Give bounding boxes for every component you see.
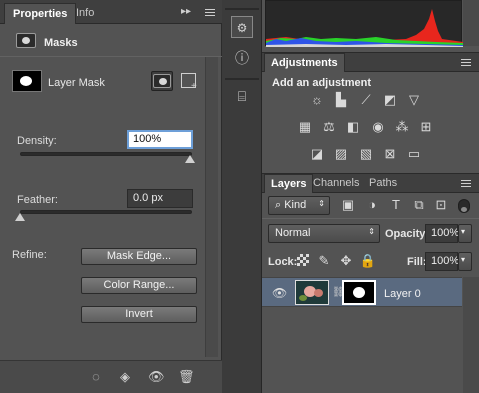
load-selection-icon[interactable]: ◌ — [88, 369, 104, 385]
filter-pixel-icon[interactable]: ▣ — [339, 197, 357, 213]
layer-image-thumbnail[interactable] — [295, 280, 329, 305]
layers-tabbar: Layers Channels Paths — [262, 173, 479, 193]
layer-mask-thumbnail[interactable] — [342, 280, 376, 305]
refine-label: Refine: — [12, 249, 47, 261]
tab-info[interactable]: Info — [68, 3, 102, 24]
mask-thumbnail — [12, 70, 42, 92]
feather-slider-track[interactable] — [20, 210, 192, 214]
updown-arrows-icon: ⇕ — [318, 199, 325, 208]
gradient-map-icon[interactable]: ▭ — [405, 146, 423, 162]
density-slider-track[interactable] — [20, 152, 192, 156]
filter-smart-object-icon[interactable]: ⊡ — [432, 197, 450, 213]
filter-toggle-switch[interactable] — [458, 199, 470, 213]
layer-name[interactable]: Layer 0 — [384, 288, 421, 300]
divider — [262, 218, 479, 219]
info-dock-icon[interactable]: ⓘ — [231, 47, 253, 69]
layers-scrollbar[interactable] — [463, 277, 479, 393]
opacity-dropdown-button[interactable]: ▾ — [458, 224, 472, 243]
adjustments-menu-icon[interactable] — [461, 59, 471, 66]
density-label: Density: — [17, 135, 57, 147]
density-slider-thumb[interactable] — [185, 155, 195, 163]
mask-type-label: Layer Mask — [48, 77, 105, 89]
brightness-contrast-icon[interactable]: ☼ — [308, 92, 326, 108]
delete-mask-icon[interactable]: 🗑 — [178, 369, 195, 385]
invert-adjustment-icon[interactable]: ◪ — [308, 146, 326, 162]
divider — [0, 56, 222, 57]
fill-input[interactable]: 100% — [425, 252, 459, 271]
filter-shape-icon[interactable]: ⧉ — [410, 197, 428, 213]
layers-menu-icon[interactable] — [461, 180, 471, 187]
properties-footer: ◌ ◈ 👁 🗑 — [0, 360, 222, 393]
feather-input[interactable]: 0.0 px — [127, 189, 193, 208]
vibrance-icon[interactable]: ▽ — [405, 92, 423, 108]
updown-arrows-icon: ⇕ — [368, 227, 375, 236]
filter-kind-value: Kind — [284, 199, 307, 211]
selective-color-icon[interactable]: ⊠ — [381, 146, 399, 162]
toggle-mask-visibility-icon[interactable]: 👁 — [148, 369, 165, 385]
density-input[interactable]: 100% — [127, 130, 193, 149]
tab-channels[interactable]: Channels — [307, 174, 365, 193]
blend-mode-value: Normal — [275, 227, 311, 239]
histogram-panel — [265, 0, 463, 47]
black-white-icon[interactable]: ◧ — [344, 119, 362, 135]
histogram-graph — [266, 9, 463, 47]
levels-icon[interactable]: ▙ — [332, 92, 350, 108]
layer-filter-kind-select[interactable]: ⌕ Kind ⇕ — [268, 196, 330, 215]
opacity-input[interactable]: 100% — [425, 224, 459, 243]
properties-panel: Properties Info ▸▸ Masks Layer Mask + De… — [0, 0, 222, 393]
mask-edge-button[interactable]: Mask Edge... — [81, 248, 197, 265]
feather-label: Feather: — [17, 194, 58, 206]
lock-pixels-brush-icon[interactable]: ✎ — [315, 253, 333, 269]
apply-mask-icon[interactable]: ◈ — [117, 369, 133, 385]
fill-label: Fill: — [407, 256, 427, 268]
histogram-scrollbar[interactable] — [463, 0, 479, 46]
color-range-button[interactable]: Color Range... — [81, 277, 197, 294]
feather-slider-thumb[interactable] — [15, 213, 25, 221]
invert-button[interactable]: Invert — [81, 306, 197, 323]
filter-adjustment-icon[interactable]: ◑ — [363, 197, 381, 213]
lock-position-icon[interactable]: ✥ — [337, 253, 355, 269]
adjustments-tabbar: Adjustments — [262, 52, 479, 72]
lock-all-icon[interactable]: 🔒 — [359, 253, 377, 269]
history-dock-icon[interactable]: ⌸ — [231, 85, 253, 107]
properties-scrollbar[interactable] — [205, 57, 218, 357]
right-panels: Adjustments Add an adjustment ☼ ▙ ⟋ ◩ ▽ … — [262, 0, 479, 393]
tab-adjustments[interactable]: Adjustments — [264, 53, 345, 72]
filter-type-icon[interactable]: T — [387, 197, 405, 213]
channel-mixer-icon[interactable]: ⁂ — [393, 119, 411, 135]
panel-dock-strip: ⚙ ⓘ ⌸ — [222, 0, 262, 393]
section-title: Masks — [44, 37, 78, 49]
blend-mode-select[interactable]: Normal ⇕ — [268, 224, 380, 243]
collapse-panel-icon[interactable]: ▸▸ — [181, 6, 191, 17]
color-lookup-icon[interactable]: ⊞ — [417, 119, 435, 135]
strip-divider — [225, 78, 259, 80]
opacity-label: Opacity: — [385, 228, 430, 240]
vector-mask-add-icon[interactable]: + — [181, 73, 197, 92]
search-icon: ⌕ — [275, 199, 285, 211]
strip-grip — [225, 8, 259, 10]
properties-dock-icon[interactable]: ⚙ — [231, 16, 253, 38]
lock-transparency-icon[interactable] — [297, 254, 309, 266]
color-balance-icon[interactable]: ⚖ — [320, 119, 338, 135]
pixel-mask-button[interactable] — [151, 71, 173, 91]
photo-filter-icon[interactable]: ◉ — [369, 119, 387, 135]
layer-visibility-eye-icon[interactable]: 👁 — [272, 286, 287, 300]
posterize-icon[interactable]: ▨ — [332, 146, 350, 162]
tab-properties[interactable]: Properties — [4, 3, 77, 24]
fill-dropdown-button[interactable]: ▾ — [458, 252, 472, 271]
masks-icon — [16, 33, 36, 48]
hue-saturation-icon[interactable]: ▦ — [296, 119, 314, 135]
layer-row[interactable]: 👁 ⛓ Layer 0 — [262, 277, 462, 307]
panel-menu-icon[interactable] — [205, 9, 215, 16]
adjustments-heading: Add an adjustment — [272, 77, 372, 89]
threshold-icon[interactable]: ▧ — [357, 146, 375, 162]
curves-icon[interactable]: ⟋ — [357, 92, 375, 108]
lock-label: Lock: — [268, 256, 298, 268]
exposure-icon[interactable]: ◩ — [381, 92, 399, 108]
tab-paths[interactable]: Paths — [363, 174, 403, 193]
properties-tabbar: Properties Info ▸▸ — [0, 0, 222, 24]
